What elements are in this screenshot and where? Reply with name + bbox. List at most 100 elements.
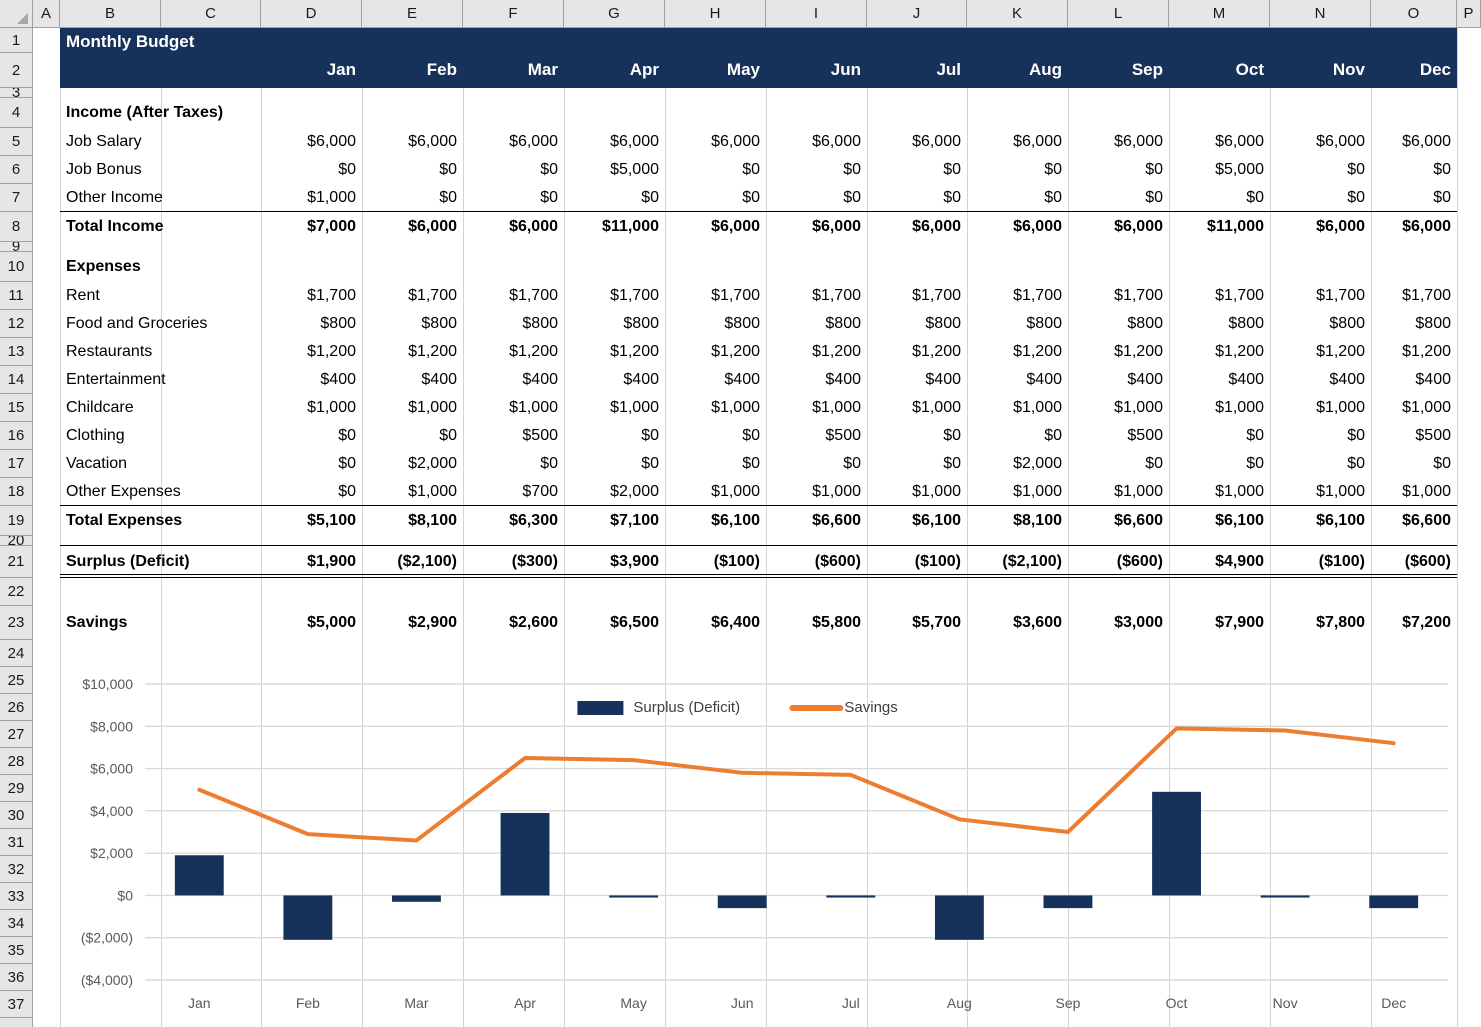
cell-childcare-jun[interactable]: $1,000 [766, 394, 861, 422]
cell-entertainment-aug[interactable]: $400 [967, 366, 1062, 394]
cell-total-expenses-may[interactable]: $6,100 [665, 506, 760, 536]
cell-job-bonus-jul[interactable]: $0 [867, 156, 961, 184]
cell-entertainment-feb[interactable]: $400 [362, 366, 457, 394]
cell-childcare-mar[interactable]: $1,000 [463, 394, 558, 422]
cell-total-expenses-aug[interactable]: $8,100 [967, 506, 1062, 536]
cell-entertainment-sep[interactable]: $400 [1068, 366, 1163, 394]
cell-food-and-groceries-dec[interactable]: $800 [1371, 310, 1451, 338]
cell-food-and-groceries-jun[interactable]: $800 [766, 310, 861, 338]
cell-restaurants-may[interactable]: $1,200 [665, 338, 760, 366]
cell-childcare-may[interactable]: $1,000 [665, 394, 760, 422]
cell-other-expenses-dec[interactable]: $1,000 [1371, 478, 1451, 506]
cell-childcare-nov[interactable]: $1,000 [1270, 394, 1365, 422]
cell-clothing-nov[interactable]: $0 [1270, 422, 1365, 450]
cell-job-salary-jun[interactable]: $6,000 [766, 128, 861, 156]
column-header-k[interactable]: K [967, 0, 1068, 27]
cell-entertainment-jun[interactable]: $400 [766, 366, 861, 394]
cell-rent-nov[interactable]: $1,700 [1270, 282, 1365, 310]
row-header-19[interactable]: 19 [0, 506, 32, 536]
row-header-14[interactable]: 14 [0, 366, 32, 394]
cell-entertainment-jan[interactable]: $400 [261, 366, 356, 394]
cell-job-salary-apr[interactable]: $6,000 [564, 128, 659, 156]
cell-total-income-oct[interactable]: $11,000 [1169, 212, 1264, 242]
cell-other-income-nov[interactable]: $0 [1270, 184, 1365, 212]
cell-restaurants-jul[interactable]: $1,200 [867, 338, 961, 366]
row-header-5[interactable]: 5 [0, 128, 32, 156]
row-header-24[interactable]: 24 [0, 640, 32, 667]
row-header-25[interactable]: 25 [0, 667, 32, 694]
column-header-h[interactable]: H [665, 0, 766, 27]
cell-other-income-aug[interactable]: $0 [967, 184, 1062, 212]
cell-job-bonus-jan[interactable]: $0 [261, 156, 356, 184]
cell-childcare-apr[interactable]: $1,000 [564, 394, 659, 422]
row-header-31[interactable]: 31 [0, 829, 32, 856]
row-header-15[interactable]: 15 [0, 394, 32, 422]
cell-total-expenses-jun[interactable]: $6,600 [766, 506, 861, 536]
cell-vacation-jan[interactable]: $0 [261, 450, 356, 478]
cell-food-and-groceries-oct[interactable]: $800 [1169, 310, 1264, 338]
cell-food-and-groceries-jul[interactable]: $800 [867, 310, 961, 338]
row-header-37[interactable]: 37 [0, 991, 32, 1018]
column-header-n[interactable]: N [1270, 0, 1371, 27]
cell-entertainment-nov[interactable]: $400 [1270, 366, 1365, 394]
cell-food-and-groceries-nov[interactable]: $800 [1270, 310, 1365, 338]
cell-rent-oct[interactable]: $1,700 [1169, 282, 1264, 310]
cell-other-income-feb[interactable]: $0 [362, 184, 457, 212]
cell-total-income-jan[interactable]: $7,000 [261, 212, 356, 242]
cell-restaurants-jun[interactable]: $1,200 [766, 338, 861, 366]
row-header-21[interactable]: 21 [0, 546, 32, 578]
row-header-28[interactable]: 28 [0, 748, 32, 775]
cell-other-income-apr[interactable]: $0 [564, 184, 659, 212]
row-header-34[interactable]: 34 [0, 910, 32, 937]
cell-total-expenses-nov[interactable]: $6,100 [1270, 506, 1365, 536]
cell-job-salary-dec[interactable]: $6,000 [1371, 128, 1451, 156]
cell-savings-nov[interactable]: $7,800 [1270, 606, 1365, 640]
cell-restaurants-jan[interactable]: $1,200 [261, 338, 356, 366]
cell-total-income-sep[interactable]: $6,000 [1068, 212, 1163, 242]
row-header-2[interactable]: 2 [0, 53, 32, 88]
cell-food-and-groceries-apr[interactable]: $800 [564, 310, 659, 338]
cell-job-salary-aug[interactable]: $6,000 [967, 128, 1062, 156]
cell-rent-dec[interactable]: $1,700 [1371, 282, 1451, 310]
row-header-1[interactable]: 1 [0, 28, 32, 53]
bar-mar[interactable] [392, 895, 441, 901]
cell-entertainment-dec[interactable]: $400 [1371, 366, 1451, 394]
cell-job-salary-may[interactable]: $6,000 [665, 128, 760, 156]
cell-restaurants-sep[interactable]: $1,200 [1068, 338, 1163, 366]
cell-rent-may[interactable]: $1,700 [665, 282, 760, 310]
cell-total-expenses-dec[interactable]: $6,600 [1371, 506, 1451, 536]
cell-total-expenses-jul[interactable]: $6,100 [867, 506, 961, 536]
cell-job-salary-mar[interactable]: $6,000 [463, 128, 558, 156]
cell-clothing-mar[interactable]: $500 [463, 422, 558, 450]
cell-other-expenses-mar[interactable]: $700 [463, 478, 558, 506]
bar-aug[interactable] [935, 895, 984, 939]
cell-other-expenses-aug[interactable]: $1,000 [967, 478, 1062, 506]
cell-vacation-oct[interactable]: $0 [1169, 450, 1264, 478]
cell-savings-apr[interactable]: $6,500 [564, 606, 659, 640]
row-header-35[interactable]: 35 [0, 937, 32, 964]
cell-clothing-sep[interactable]: $500 [1068, 422, 1163, 450]
cell-vacation-jul[interactable]: $0 [867, 450, 961, 478]
cell-total-income-mar[interactable]: $6,000 [463, 212, 558, 242]
row-header-36[interactable]: 36 [0, 964, 32, 991]
row-header-10[interactable]: 10 [0, 252, 32, 282]
cell-rent-jan[interactable]: $1,700 [261, 282, 356, 310]
row-header-13[interactable]: 13 [0, 338, 32, 366]
cell-childcare-oct[interactable]: $1,000 [1169, 394, 1264, 422]
column-header-b[interactable]: B [60, 0, 161, 27]
cell-rent-jul[interactable]: $1,700 [867, 282, 961, 310]
cell-rent-jun[interactable]: $1,700 [766, 282, 861, 310]
cell-clothing-may[interactable]: $0 [665, 422, 760, 450]
cell-rent-apr[interactable]: $1,700 [564, 282, 659, 310]
cell-other-expenses-apr[interactable]: $2,000 [564, 478, 659, 506]
cell-savings-dec[interactable]: $7,200 [1371, 606, 1451, 640]
cell-vacation-jun[interactable]: $0 [766, 450, 861, 478]
cell-clothing-jun[interactable]: $500 [766, 422, 861, 450]
cell-rent-mar[interactable]: $1,700 [463, 282, 558, 310]
row-header-23[interactable]: 23 [0, 606, 32, 640]
row-header-20[interactable]: 20 [0, 536, 32, 546]
column-header-d[interactable]: D [261, 0, 362, 27]
cell-restaurants-oct[interactable]: $1,200 [1169, 338, 1264, 366]
cell-total-income-dec[interactable]: $6,000 [1371, 212, 1451, 242]
cell-savings-aug[interactable]: $3,600 [967, 606, 1062, 640]
